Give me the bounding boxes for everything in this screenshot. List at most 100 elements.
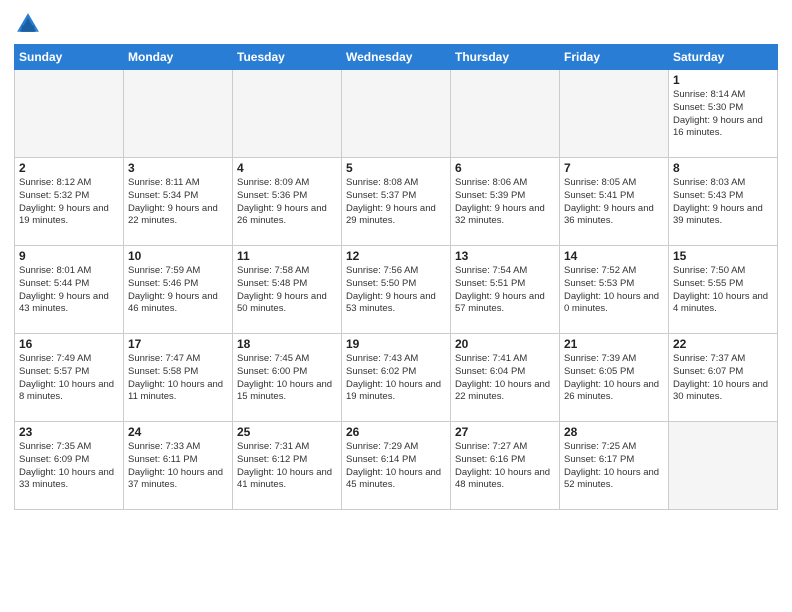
day-info: Sunrise: 7:59 AM Sunset: 5:46 PM Dayligh… — [128, 265, 228, 316]
day-info: Sunrise: 7:58 AM Sunset: 5:48 PM Dayligh… — [237, 265, 337, 316]
day-number: 26 — [346, 425, 446, 439]
header — [14, 10, 778, 38]
calendar-day-cell: 27 Sunrise: 7:27 AM Sunset: 6:16 PM Dayli… — [451, 422, 560, 510]
day-info: Sunrise: 7:54 AM Sunset: 5:51 PM Dayligh… — [455, 265, 555, 316]
weekday-row: SundayMondayTuesdayWednesdayThursdayFrid… — [15, 45, 778, 70]
calendar-day-cell: 11 Sunrise: 7:58 AM Sunset: 5:48 PM Dayli… — [233, 246, 342, 334]
page: SundayMondayTuesdayWednesdayThursdayFrid… — [0, 0, 792, 612]
day-number: 27 — [455, 425, 555, 439]
calendar-day-cell: 1Sunrise: 8:14 AM Sunset: 5:30 PM Daylig… — [669, 70, 778, 158]
calendar-day-cell: 4 Sunrise: 8:09 AM Sunset: 5:36 PM Daylig… — [233, 158, 342, 246]
day-info: Sunrise: 7:25 AM Sunset: 6:17 PM Dayligh… — [564, 441, 664, 492]
day-number: 2 — [19, 161, 119, 175]
day-number: 18 — [237, 337, 337, 351]
calendar-day-cell: 21Sunrise: 7:39 AM Sunset: 6:05 PM Dayli… — [560, 334, 669, 422]
day-number: 19 — [346, 337, 446, 351]
calendar-header: SundayMondayTuesdayWednesdayThursdayFrid… — [15, 45, 778, 70]
calendar-day-cell: 5 Sunrise: 8:08 AM Sunset: 5:37 PM Daylig… — [342, 158, 451, 246]
calendar-day-cell — [124, 70, 233, 158]
day-info: Sunrise: 8:01 AM Sunset: 5:44 PM Dayligh… — [19, 265, 119, 316]
day-number: 4 — [237, 161, 337, 175]
weekday-header: Monday — [124, 45, 233, 70]
day-number: 15 — [673, 249, 773, 263]
calendar-day-cell: 3Sunrise: 8:11 AM Sunset: 5:34 PM Daylig… — [124, 158, 233, 246]
calendar-day-cell: 10 Sunrise: 7:59 AM Sunset: 5:46 PM Dayli… — [124, 246, 233, 334]
day-info: Sunrise: 7:50 AM Sunset: 5:55 PM Dayligh… — [673, 265, 773, 316]
calendar-day-cell: 28 Sunrise: 7:25 AM Sunset: 6:17 PM Dayli… — [560, 422, 669, 510]
day-number: 23 — [19, 425, 119, 439]
day-info: Sunrise: 7:29 AM Sunset: 6:14 PM Dayligh… — [346, 441, 446, 492]
calendar-week-row: 9Sunrise: 8:01 AM Sunset: 5:44 PM Daylig… — [15, 246, 778, 334]
calendar-day-cell: 12 Sunrise: 7:56 AM Sunset: 5:50 PM Dayli… — [342, 246, 451, 334]
calendar-day-cell: 8Sunrise: 8:03 AM Sunset: 5:43 PM Daylig… — [669, 158, 778, 246]
day-info: Sunrise: 7:27 AM Sunset: 6:16 PM Dayligh… — [455, 441, 555, 492]
day-info: Sunrise: 7:33 AM Sunset: 6:11 PM Dayligh… — [128, 441, 228, 492]
day-number: 22 — [673, 337, 773, 351]
day-number: 13 — [455, 249, 555, 263]
calendar-day-cell — [560, 70, 669, 158]
day-info: Sunrise: 8:08 AM Sunset: 5:37 PM Dayligh… — [346, 177, 446, 228]
calendar-day-cell — [233, 70, 342, 158]
day-info: Sunrise: 7:56 AM Sunset: 5:50 PM Dayligh… — [346, 265, 446, 316]
calendar-day-cell: 6 Sunrise: 8:06 AM Sunset: 5:39 PM Daylig… — [451, 158, 560, 246]
day-info: Sunrise: 8:03 AM Sunset: 5:43 PM Dayligh… — [673, 177, 773, 228]
calendar-table: SundayMondayTuesdayWednesdayThursdayFrid… — [14, 44, 778, 510]
day-number: 12 — [346, 249, 446, 263]
day-number: 11 — [237, 249, 337, 263]
calendar-week-row: 1Sunrise: 8:14 AM Sunset: 5:30 PM Daylig… — [15, 70, 778, 158]
day-info: Sunrise: 7:31 AM Sunset: 6:12 PM Dayligh… — [237, 441, 337, 492]
day-info: Sunrise: 8:05 AM Sunset: 5:41 PM Dayligh… — [564, 177, 664, 228]
day-info: Sunrise: 7:37 AM Sunset: 6:07 PM Dayligh… — [673, 353, 773, 404]
day-number: 10 — [128, 249, 228, 263]
calendar-body: 1Sunrise: 8:14 AM Sunset: 5:30 PM Daylig… — [15, 70, 778, 510]
day-number: 25 — [237, 425, 337, 439]
calendar-day-cell: 13 Sunrise: 7:54 AM Sunset: 5:51 PM Dayli… — [451, 246, 560, 334]
day-number: 14 — [564, 249, 664, 263]
day-number: 1 — [673, 73, 773, 87]
calendar-day-cell: 2 Sunrise: 8:12 AM Sunset: 5:32 PM Daylig… — [15, 158, 124, 246]
day-number: 16 — [19, 337, 119, 351]
weekday-header: Tuesday — [233, 45, 342, 70]
weekday-header: Wednesday — [342, 45, 451, 70]
day-number: 20 — [455, 337, 555, 351]
calendar-day-cell: 25 Sunrise: 7:31 AM Sunset: 6:12 PM Dayli… — [233, 422, 342, 510]
calendar-week-row: 2 Sunrise: 8:12 AM Sunset: 5:32 PM Daylig… — [15, 158, 778, 246]
calendar-day-cell: 20 Sunrise: 7:41 AM Sunset: 6:04 PM Dayli… — [451, 334, 560, 422]
weekday-header: Thursday — [451, 45, 560, 70]
day-number: 28 — [564, 425, 664, 439]
calendar-day-cell — [15, 70, 124, 158]
day-number: 6 — [455, 161, 555, 175]
day-number: 24 — [128, 425, 228, 439]
day-info: Sunrise: 7:47 AM Sunset: 5:58 PM Dayligh… — [128, 353, 228, 404]
calendar-day-cell: 26 Sunrise: 7:29 AM Sunset: 6:14 PM Dayli… — [342, 422, 451, 510]
calendar-day-cell: 15 Sunrise: 7:50 AM Sunset: 5:55 PM Dayli… — [669, 246, 778, 334]
weekday-header: Friday — [560, 45, 669, 70]
calendar-day-cell — [342, 70, 451, 158]
day-info: Sunrise: 7:43 AM Sunset: 6:02 PM Dayligh… — [346, 353, 446, 404]
day-info: Sunrise: 8:09 AM Sunset: 5:36 PM Dayligh… — [237, 177, 337, 228]
day-info: Sunrise: 7:41 AM Sunset: 6:04 PM Dayligh… — [455, 353, 555, 404]
day-number: 17 — [128, 337, 228, 351]
day-info: Sunrise: 7:39 AM Sunset: 6:05 PM Dayligh… — [564, 353, 664, 404]
calendar-day-cell: 22 Sunrise: 7:37 AM Sunset: 6:07 PM Dayli… — [669, 334, 778, 422]
calendar-day-cell — [451, 70, 560, 158]
weekday-header: Sunday — [15, 45, 124, 70]
logo-icon — [14, 10, 42, 38]
day-info: Sunrise: 8:06 AM Sunset: 5:39 PM Dayligh… — [455, 177, 555, 228]
weekday-header: Saturday — [669, 45, 778, 70]
day-info: Sunrise: 7:49 AM Sunset: 5:57 PM Dayligh… — [19, 353, 119, 404]
day-number: 7 — [564, 161, 664, 175]
calendar-day-cell: 18 Sunrise: 7:45 AM Sunset: 6:00 PM Dayli… — [233, 334, 342, 422]
calendar-week-row: 23 Sunrise: 7:35 AM Sunset: 6:09 PM Dayli… — [15, 422, 778, 510]
calendar-day-cell: 16 Sunrise: 7:49 AM Sunset: 5:57 PM Dayli… — [15, 334, 124, 422]
calendar-week-row: 16 Sunrise: 7:49 AM Sunset: 5:57 PM Dayli… — [15, 334, 778, 422]
day-number: 5 — [346, 161, 446, 175]
calendar-day-cell: 19 Sunrise: 7:43 AM Sunset: 6:02 PM Dayli… — [342, 334, 451, 422]
day-info: Sunrise: 7:35 AM Sunset: 6:09 PM Dayligh… — [19, 441, 119, 492]
day-info: Sunrise: 7:45 AM Sunset: 6:00 PM Dayligh… — [237, 353, 337, 404]
day-info: Sunrise: 8:11 AM Sunset: 5:34 PM Dayligh… — [128, 177, 228, 228]
day-info: Sunrise: 7:52 AM Sunset: 5:53 PM Dayligh… — [564, 265, 664, 316]
calendar-day-cell — [669, 422, 778, 510]
day-info: Sunrise: 8:12 AM Sunset: 5:32 PM Dayligh… — [19, 177, 119, 228]
logo — [14, 10, 46, 38]
